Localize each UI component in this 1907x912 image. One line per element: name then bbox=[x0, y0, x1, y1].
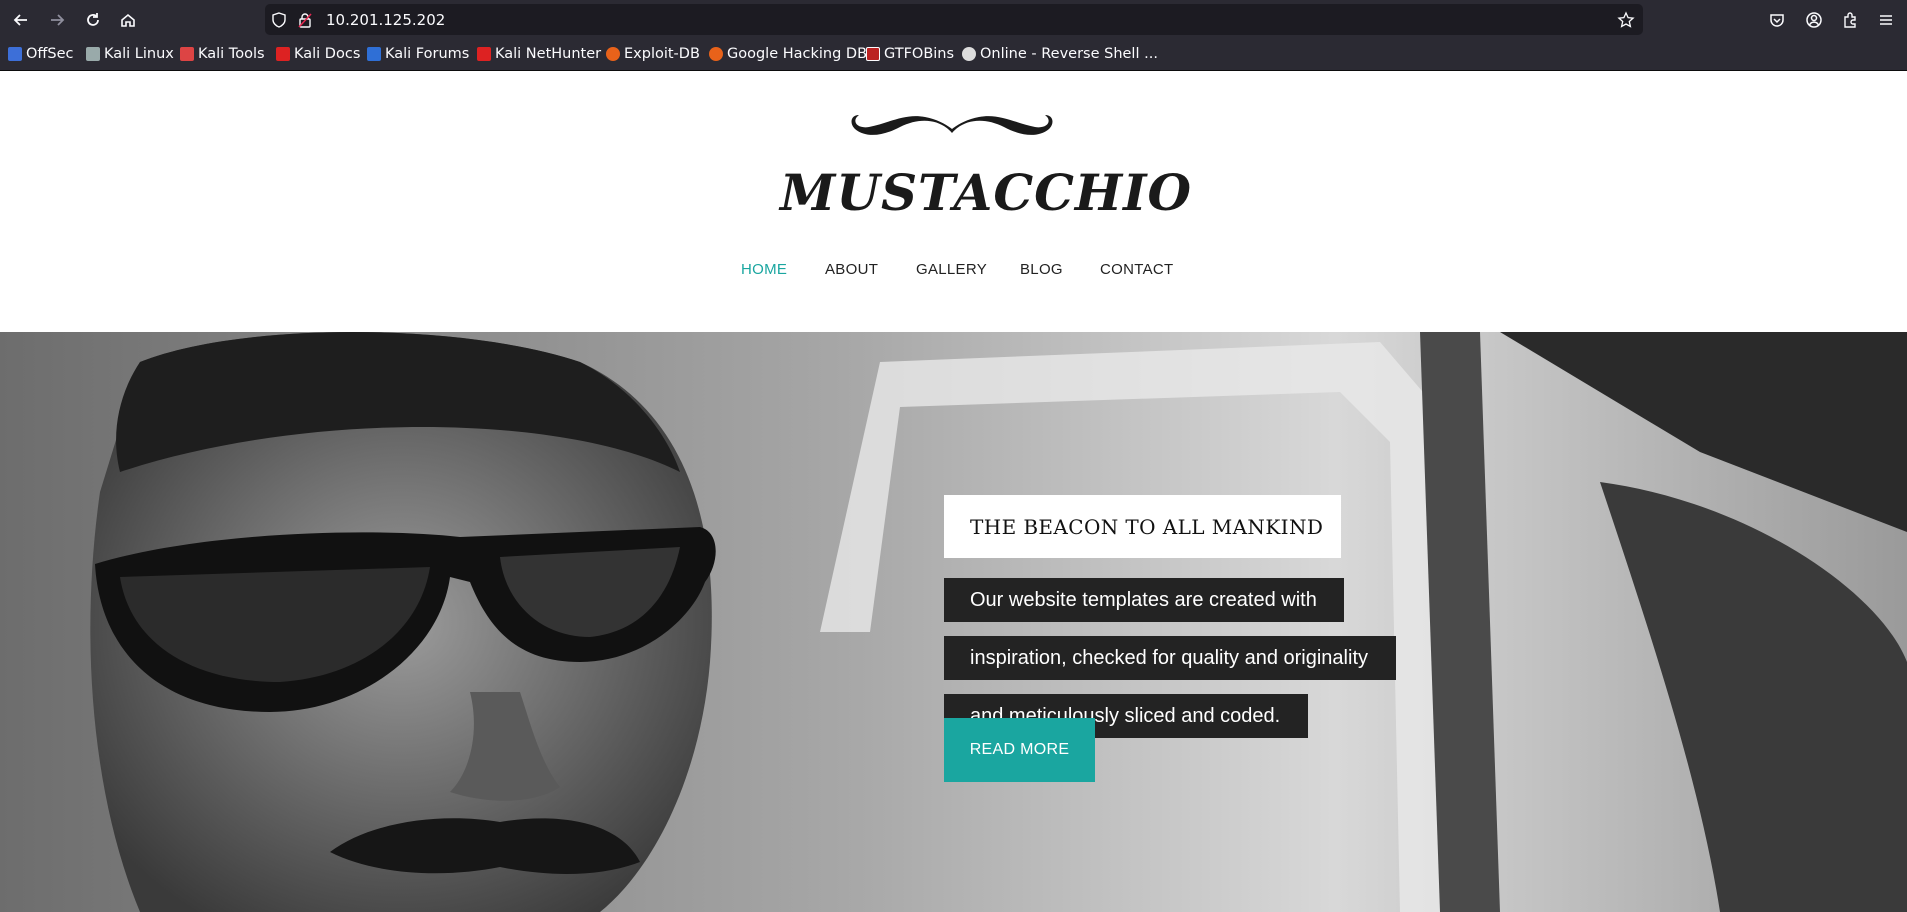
bookmarks-bar: OffSec Kali Linux Kali Tools Kali Docs K… bbox=[0, 39, 1907, 71]
hero-title: THE BEACON TO ALL MANKIND bbox=[970, 514, 1324, 539]
forward-icon[interactable] bbox=[43, 6, 71, 34]
kali-dragon-icon bbox=[86, 47, 100, 61]
account-icon[interactable] bbox=[1800, 6, 1828, 34]
read-more-button[interactable]: READ MORE bbox=[944, 718, 1095, 782]
browser-toolbar: 10.201.125.202 bbox=[0, 0, 1907, 39]
nav-contact[interactable]: CONTACT bbox=[1100, 261, 1173, 278]
bookmark-kali-docs[interactable]: Kali Docs bbox=[276, 45, 360, 63]
bookmark-kali-tools[interactable]: Kali Tools bbox=[180, 45, 265, 63]
kali-docs-icon bbox=[276, 47, 290, 61]
web-page: MUSTACCHIO HOME ABOUT GALLERY BLOG CONTA… bbox=[0, 71, 1907, 912]
nethunter-icon bbox=[477, 47, 491, 61]
bookmark-google-hacking-db[interactable]: Google Hacking DB bbox=[709, 45, 867, 63]
gtfobins-icon bbox=[866, 47, 880, 61]
exploitdb-icon bbox=[606, 47, 620, 61]
nav-about[interactable]: ABOUT bbox=[825, 261, 878, 278]
menu-icon[interactable] bbox=[1872, 6, 1900, 34]
insecure-lock-icon[interactable] bbox=[297, 12, 313, 28]
nav-blog[interactable]: BLOG bbox=[1020, 261, 1063, 278]
logo-text: MUSTACCHIO bbox=[780, 163, 1193, 222]
bookmark-kali-forums[interactable]: Kali Forums bbox=[367, 45, 469, 63]
hero-banner: THE BEACON TO ALL MANKIND Our website te… bbox=[0, 332, 1907, 912]
hero-text-line: inspiration, checked for quality and ori… bbox=[944, 636, 1396, 680]
nav-home[interactable]: HOME bbox=[741, 261, 787, 278]
extensions-icon[interactable] bbox=[1836, 6, 1864, 34]
reload-icon[interactable] bbox=[79, 6, 107, 34]
hero-text-line: Our website templates are created with bbox=[944, 578, 1344, 622]
skull-icon bbox=[962, 47, 976, 61]
mustache-icon bbox=[851, 115, 1053, 135]
site-logo[interactable]: MUSTACCHIO bbox=[780, 111, 1193, 222]
bookmark-offsec[interactable]: OffSec bbox=[8, 45, 74, 63]
url-text[interactable]: 10.201.125.202 bbox=[326, 11, 445, 29]
pocket-icon[interactable] bbox=[1763, 6, 1791, 34]
offsec-icon bbox=[8, 47, 22, 61]
hero-photo bbox=[0, 332, 1907, 912]
kali-forums-icon bbox=[367, 47, 381, 61]
ghdb-icon bbox=[709, 47, 723, 61]
bookmark-reverse-shell[interactable]: Online - Reverse Shell ... bbox=[962, 45, 1158, 63]
bookmark-star-icon[interactable] bbox=[1617, 11, 1635, 29]
bookmark-kali-linux[interactable]: Kali Linux bbox=[86, 45, 174, 63]
main-nav: HOME ABOUT GALLERY BLOG CONTACT bbox=[0, 261, 1907, 285]
url-bar[interactable]: 10.201.125.202 bbox=[265, 4, 1643, 35]
back-icon[interactable] bbox=[7, 6, 35, 34]
home-icon[interactable] bbox=[114, 6, 142, 34]
nav-gallery[interactable]: GALLERY bbox=[916, 261, 987, 278]
bookmark-exploit-db[interactable]: Exploit-DB bbox=[606, 45, 700, 63]
shield-icon[interactable] bbox=[271, 12, 287, 28]
kali-tools-icon bbox=[180, 47, 194, 61]
hero-title-box: THE BEACON TO ALL MANKIND bbox=[944, 495, 1341, 558]
bookmark-kali-nethunter[interactable]: Kali NetHunter bbox=[477, 45, 601, 63]
bookmark-gtfobins[interactable]: GTFOBins bbox=[866, 45, 954, 63]
